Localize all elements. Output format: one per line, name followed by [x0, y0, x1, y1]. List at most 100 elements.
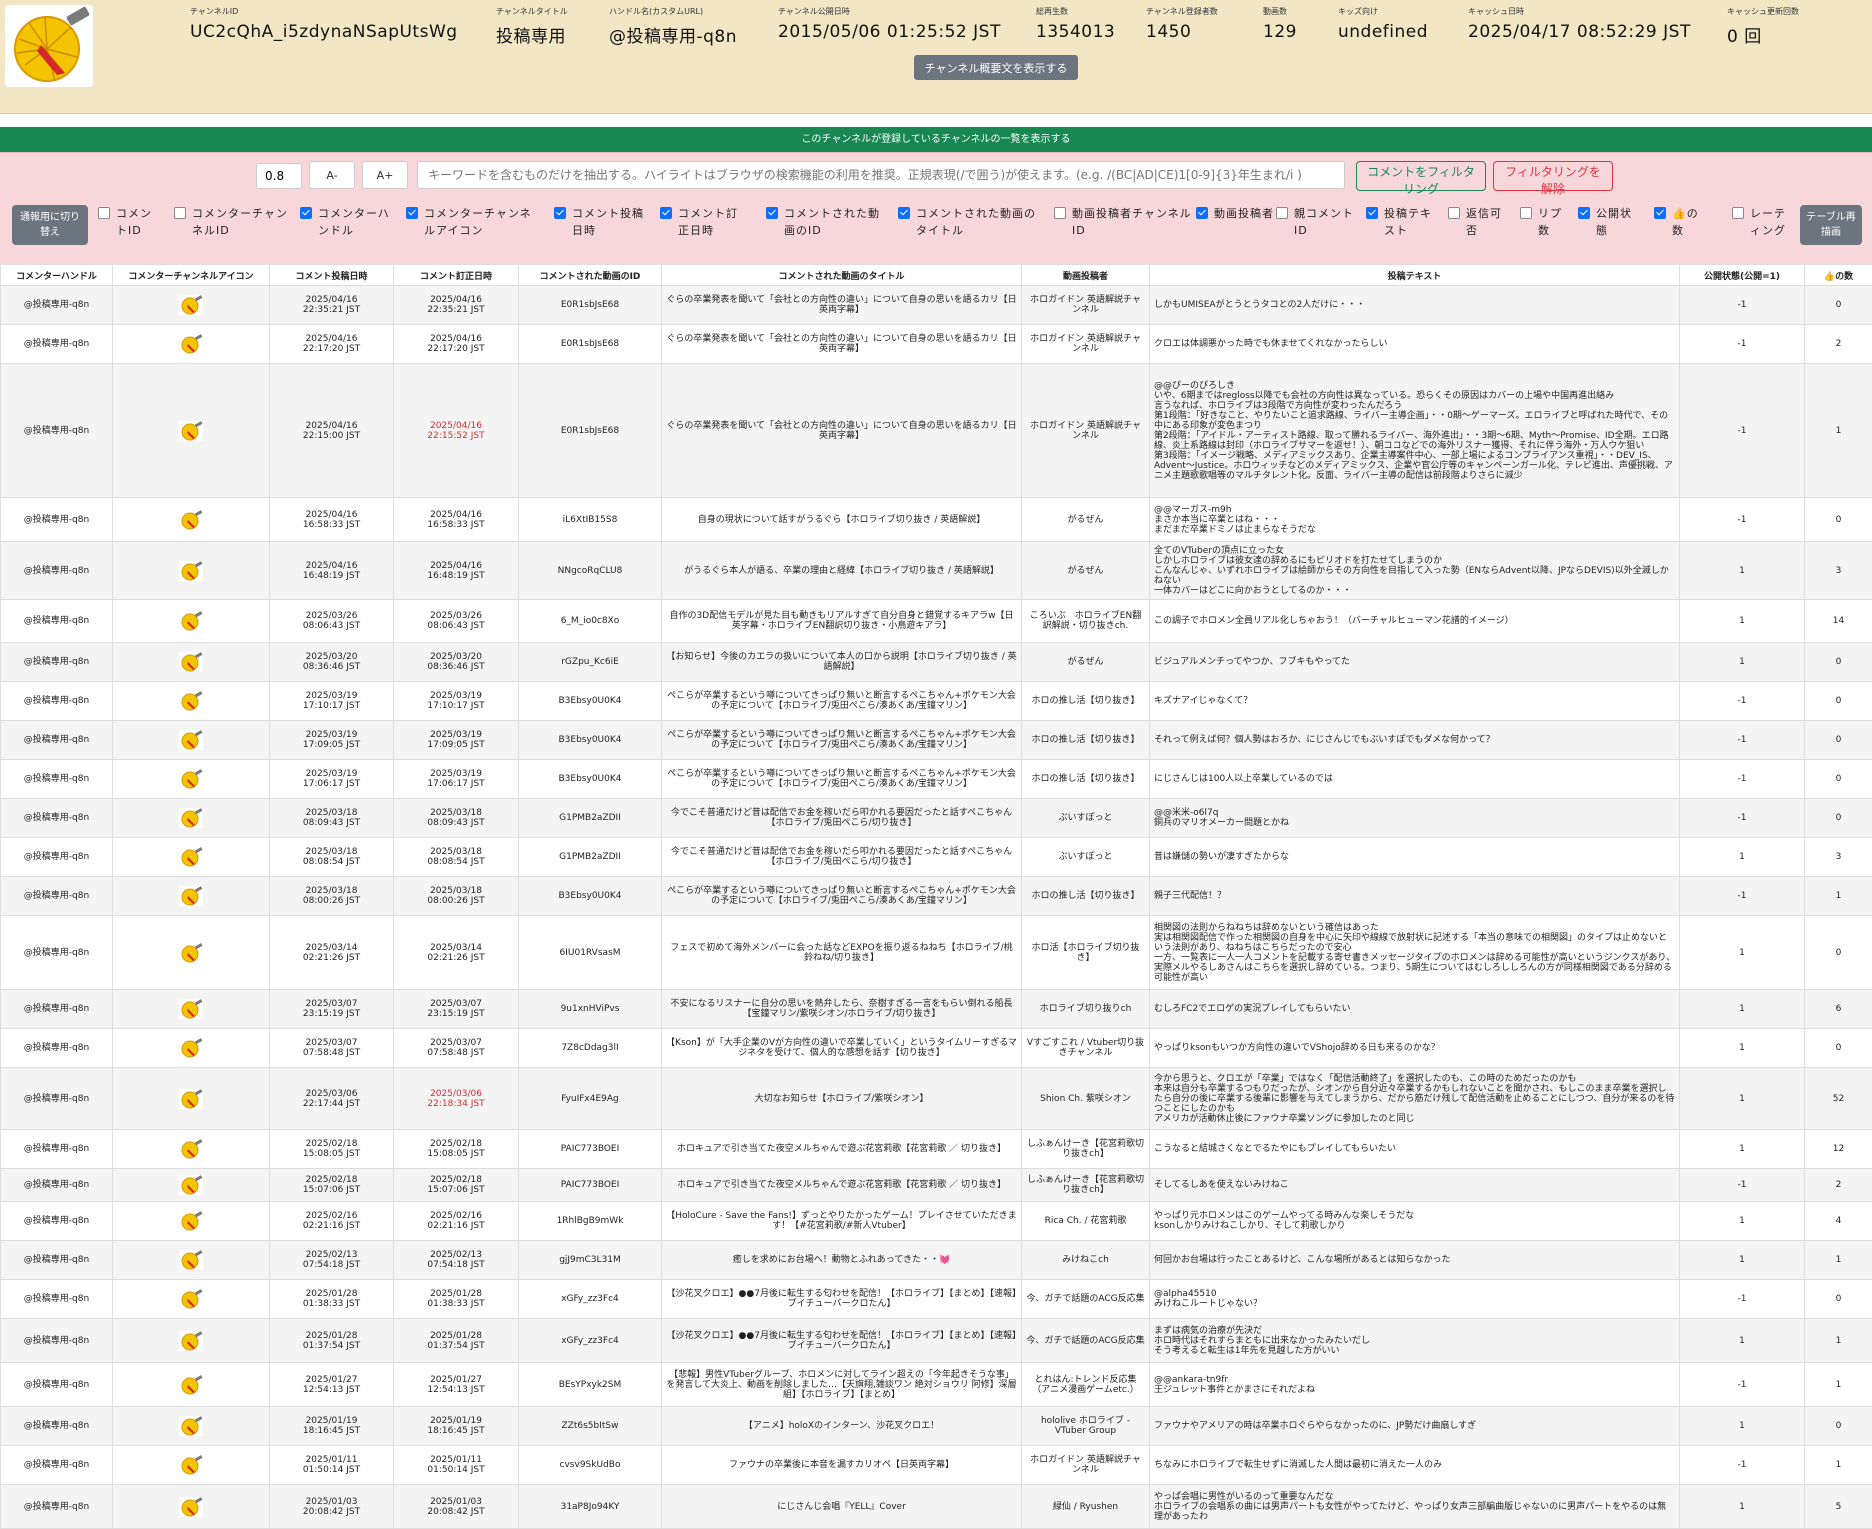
header-uploader[interactable]: 動画投稿者 [1022, 265, 1150, 286]
cell-video-id[interactable]: 31aP8Jo94KY [519, 1485, 662, 1529]
cell-commenter-handle[interactable]: @投稿専用-q8n [1, 877, 113, 916]
checkbox-icon[interactable] [1196, 207, 1208, 219]
cell-commenter-handle[interactable]: @投稿専用-q8n [1, 682, 113, 721]
checkbox-icon[interactable] [98, 207, 110, 219]
cell-video-id[interactable]: 6_M_io0c8Xo [519, 600, 662, 643]
redraw-table-button[interactable]: テーブル再描画 [1800, 205, 1862, 245]
cell-commenter-handle[interactable]: @投稿専用-q8n [1, 1407, 113, 1446]
keyword-input[interactable] [417, 161, 1345, 189]
header-posted[interactable]: コメント投稿日時 [270, 265, 394, 286]
cell-video-title[interactable]: 自作の3D配信モデルが見た目も動きもリアルすぎて自分自身と錯覚するキアラw【日英… [662, 600, 1022, 643]
toggle-rating[interactable]: レーティング [1732, 205, 1796, 239]
cell-video-title[interactable]: 【HoloCure - Save the Fans!】ずっとやりたかったゲーム！… [662, 1202, 1022, 1241]
cell-commenter-handle[interactable]: @投稿専用-q8n [1, 1029, 113, 1068]
cell-commenter-handle[interactable]: @投稿専用-q8n [1, 1280, 113, 1319]
cell-commenter-icon[interactable] [113, 1130, 270, 1169]
cell-commenter-handle[interactable]: @投稿専用-q8n [1, 1446, 113, 1485]
cell-commenter-icon[interactable] [113, 286, 270, 325]
cell-uploader[interactable]: ころいぶ ホロライブEN翻訳解説・切り抜きch. [1022, 600, 1150, 643]
cell-commenter-handle[interactable]: @投稿専用-q8n [1, 498, 113, 542]
cell-video-id[interactable]: B3Ebsy0U0K4 [519, 682, 662, 721]
cell-uploader[interactable]: ぶいすぽっと [1022, 799, 1150, 838]
cell-uploader[interactable]: Vすごすこれ / Vtuber切り抜きチャンネル [1022, 1029, 1150, 1068]
cell-uploader[interactable]: とれはん:トレンド反応集（アニメ漫画ゲームetc.） [1022, 1363, 1150, 1407]
cell-uploader[interactable]: 緑仙 / Ryushen [1022, 1485, 1150, 1529]
cell-commenter-handle[interactable]: @投稿専用-q8n [1, 643, 113, 682]
cell-commenter-handle[interactable]: @投稿専用-q8n [1, 325, 113, 364]
checkbox-icon[interactable] [406, 207, 418, 219]
toggle-commenter-handle[interactable]: コメンターハンドル [300, 205, 390, 239]
cell-commenter-icon[interactable] [113, 1280, 270, 1319]
cell-commenter-handle[interactable]: @投稿専用-q8n [1, 1485, 113, 1529]
checkbox-icon[interactable] [660, 207, 672, 219]
font-decrease-button[interactable]: A- [309, 161, 355, 189]
zoom-input[interactable] [256, 163, 302, 189]
cell-uploader[interactable]: ホロガイドン 英語解説チャンネル [1022, 1446, 1150, 1485]
cell-commenter-icon[interactable] [113, 325, 270, 364]
cell-commenter-handle[interactable]: @投稿専用-q8n [1, 1068, 113, 1130]
header-video-id[interactable]: コメントされた動画のID [519, 265, 662, 286]
cell-commenter-handle[interactable]: @投稿専用-q8n [1, 286, 113, 325]
cell-video-id[interactable]: cvsv9SkUdBo [519, 1446, 662, 1485]
cell-video-id[interactable]: BEsYPxyk2SM [519, 1363, 662, 1407]
cell-video-title[interactable]: 今でこそ普通だけど昔は配信でお金を稼いだら叩かれる要因だったと話すぺこちゃん【ホ… [662, 799, 1022, 838]
cell-video-title[interactable]: 【Kson】が「大手企業のVが方向性の違いで卒業していく」というタイムリーすぎる… [662, 1029, 1022, 1068]
cell-video-id[interactable]: ZZt6s5bItSw [519, 1407, 662, 1446]
cell-commenter-handle[interactable]: @投稿専用-q8n [1, 1241, 113, 1280]
toggle-reply-allowed[interactable]: 返信可否 [1448, 205, 1508, 239]
cell-commenter-icon[interactable] [113, 542, 270, 600]
checkbox-icon[interactable] [1732, 207, 1744, 219]
cell-video-title[interactable]: 【沙花叉クロエ】●●7月後に転生する匂わせを配信！【ホロライブ】【まとめ】【速報… [662, 1319, 1022, 1363]
cell-commenter-icon[interactable] [113, 498, 270, 542]
header-edited[interactable]: コメント訂正日時 [394, 265, 519, 286]
cell-video-title[interactable]: ぐらの卒業発表を聞いて「会社との方向性の違い」について自身の思いを語るカリ【日英… [662, 286, 1022, 325]
cell-commenter-icon[interactable] [113, 600, 270, 643]
checkbox-icon[interactable] [174, 207, 186, 219]
cell-commenter-handle[interactable]: @投稿専用-q8n [1, 600, 113, 643]
toggle-parent-comment-id[interactable]: 親コメントID [1276, 205, 1354, 239]
cell-video-title[interactable]: にじさんじ会唱『YELL』Cover [662, 1485, 1022, 1529]
header-commenter-handle[interactable]: コメンターハンドル [1, 265, 113, 286]
cell-uploader[interactable]: ホロの推し活【切り抜き】 [1022, 760, 1150, 799]
cell-video-title[interactable]: 【悲報】男性VTuberグループ、ホロメンに対してライン超えの「今年起きそうな事… [662, 1363, 1022, 1407]
cell-commenter-icon[interactable] [113, 838, 270, 877]
cell-commenter-icon[interactable] [113, 1202, 270, 1241]
cell-video-id[interactable]: 6IU01RVsasM [519, 916, 662, 990]
cell-uploader[interactable]: Rica Ch. / 花宮莉歌 [1022, 1202, 1150, 1241]
filter-comments-button[interactable]: コメントをフィルタリング [1356, 161, 1486, 191]
cell-commenter-icon[interactable] [113, 799, 270, 838]
toggle-reply-count[interactable]: リプ数 [1520, 205, 1570, 239]
toggle-uploader[interactable]: 動画投稿者 [1196, 205, 1276, 222]
cell-commenter-icon[interactable] [113, 1485, 270, 1529]
cell-video-title[interactable]: ぺこらが卒業するという噂についてきっぱり無いと断言するぺこちゃん+ポケモン大会の… [662, 877, 1022, 916]
cell-commenter-handle[interactable]: @投稿専用-q8n [1, 799, 113, 838]
cell-video-title[interactable]: ぺこらが卒業するという噂についてきっぱり無いと断言するぺこちゃん+ポケモン大会の… [662, 721, 1022, 760]
cell-uploader[interactable]: みけねこch [1022, 1241, 1150, 1280]
toggle-comment-posted[interactable]: コメント投稿日時 [554, 205, 644, 239]
checkbox-icon[interactable] [1054, 207, 1066, 219]
cell-video-id[interactable]: xGFy_zz3Fc4 [519, 1319, 662, 1363]
cell-commenter-icon[interactable] [113, 1363, 270, 1407]
cell-uploader[interactable]: ホロの推し活【切り抜き】 [1022, 682, 1150, 721]
cell-uploader[interactable]: がるぜん [1022, 498, 1150, 542]
cell-video-id[interactable]: NNgcoRqCLU8 [519, 542, 662, 600]
cell-commenter-icon[interactable] [113, 990, 270, 1029]
header-public-state[interactable]: 公開状態(公開=1) [1680, 265, 1805, 286]
cell-video-title[interactable]: 今でこそ普通だけど昔は配信でお金を稼いだら叩かれる要因だったと話すぺこちゃん【ホ… [662, 838, 1022, 877]
cell-video-id[interactable]: 7Z8cDdag3lI [519, 1029, 662, 1068]
cell-commenter-icon[interactable] [113, 364, 270, 498]
cell-commenter-icon[interactable] [113, 1029, 270, 1068]
checkbox-icon[interactable] [898, 207, 910, 219]
cell-uploader[interactable]: ホロの推し活【切り抜き】 [1022, 721, 1150, 760]
cell-commenter-icon[interactable] [113, 721, 270, 760]
cell-uploader[interactable]: ホロの推し活【切り抜き】 [1022, 877, 1150, 916]
cell-video-id[interactable]: rGZpu_Kc6iE [519, 643, 662, 682]
checkbox-icon[interactable] [1276, 207, 1288, 219]
cell-uploader[interactable]: がるぜん [1022, 643, 1150, 682]
clear-filter-button[interactable]: フィルタリングを解除 [1493, 161, 1613, 191]
cell-commenter-icon[interactable] [113, 1169, 270, 1202]
cell-video-id[interactable]: E0R1sbJsE68 [519, 286, 662, 325]
header-like-count[interactable]: 👍の数 [1805, 265, 1872, 286]
cell-uploader[interactable]: ぶいすぽっと [1022, 838, 1150, 877]
toggle-public-state[interactable]: 公開状態 [1578, 205, 1634, 239]
